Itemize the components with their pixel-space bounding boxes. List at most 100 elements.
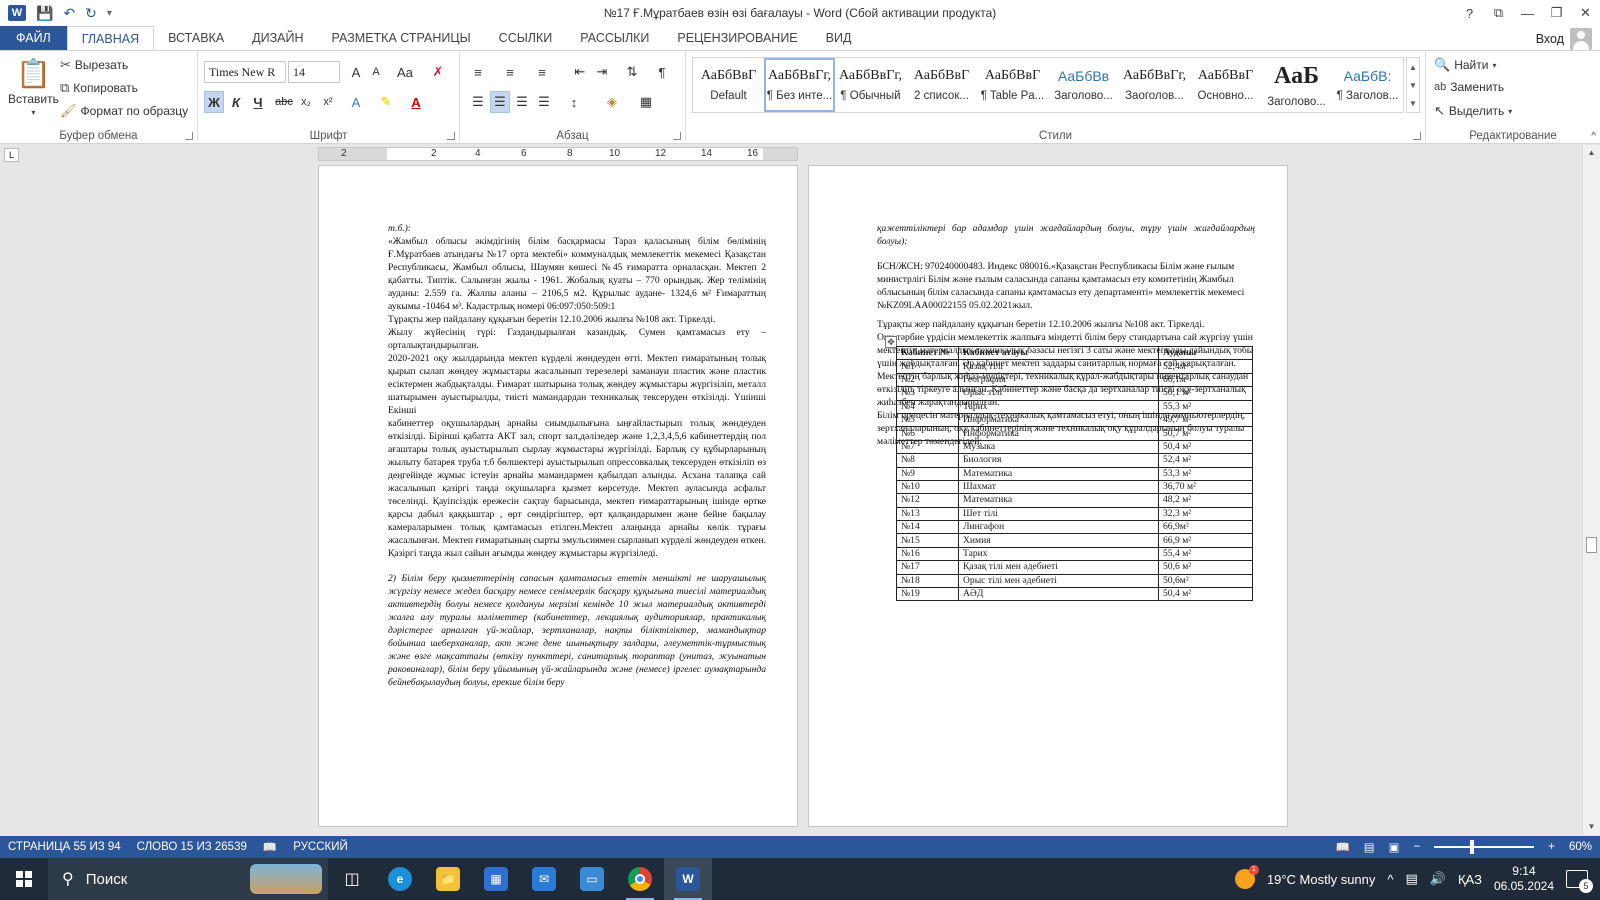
- page-counter[interactable]: СТРАНИЦА 55 ИЗ 94: [0, 841, 129, 853]
- style-item[interactable]: АаБбВвГ Default: [693, 58, 764, 112]
- numbering-icon[interactable]: ≡: [500, 61, 520, 83]
- table-cell[interactable]: Химия: [958, 533, 1159, 548]
- table-cell[interactable]: География: [958, 372, 1159, 388]
- cabinet-table[interactable]: Кабинет № Кабинет атауы Ауданы №1 Қазақ т…: [896, 345, 1253, 602]
- language-indicator[interactable]: РУССКИЙ: [285, 841, 356, 853]
- table-cell[interactable]: №17: [896, 560, 959, 575]
- redo-icon[interactable]: ↻: [85, 5, 97, 22]
- multilevel-list-icon[interactable]: ≡: [532, 61, 552, 83]
- select-button[interactable]: ↖ Выделить ▾: [1434, 103, 1512, 119]
- table-cell[interactable]: 32,3 м²: [1158, 506, 1253, 522]
- table-cell[interactable]: 50,6 м²: [1158, 560, 1253, 575]
- table-cell[interactable]: Шахмат: [958, 479, 1159, 495]
- font-name-select[interactable]: Times New R: [204, 61, 286, 83]
- paste-button[interactable]: 📋 Вставить ▾: [8, 57, 59, 117]
- zoom-slider-knob[interactable]: [1470, 840, 1475, 854]
- sign-in-label[interactable]: Вход: [1536, 32, 1564, 46]
- table-cell[interactable]: №9: [896, 466, 959, 481]
- table-cell[interactable]: №5: [896, 412, 959, 428]
- superscript-button[interactable]: x²: [318, 91, 338, 113]
- chevron-up-icon[interactable]: ^: [1387, 872, 1393, 887]
- font-color-icon[interactable]: A: [406, 91, 426, 113]
- file-explorer-icon[interactable]: 📁: [424, 858, 472, 900]
- table-cell[interactable]: №10: [896, 479, 959, 495]
- style-gallery-scroll[interactable]: ▲ ▼ ▼: [1406, 57, 1420, 113]
- font-size-select[interactable]: 14: [288, 61, 340, 83]
- zoom-in-icon[interactable]: +: [1548, 841, 1555, 853]
- table-cell[interactable]: Тарих: [958, 399, 1159, 414]
- table-cell[interactable]: 50,4 м²: [1158, 439, 1253, 455]
- web-layout-icon[interactable]: ▣: [1389, 840, 1400, 854]
- undo-icon[interactable]: ↶: [63, 5, 75, 22]
- table-cell[interactable]: Лингафон: [958, 520, 1159, 535]
- subscript-button[interactable]: x₂: [296, 91, 316, 113]
- font-launcher-icon[interactable]: [447, 132, 455, 140]
- text-effects-icon[interactable]: A: [346, 91, 366, 113]
- table-cell[interactable]: №3: [896, 386, 959, 401]
- tab-home[interactable]: ГЛАВНАЯ: [66, 26, 155, 51]
- table-cell[interactable]: №6: [896, 426, 959, 441]
- paragraph-launcher-icon[interactable]: [673, 132, 681, 140]
- style-item[interactable]: АаБбВвГ Основно...: [1190, 58, 1261, 112]
- table-cell[interactable]: 55,4 м²: [1158, 546, 1253, 562]
- network-icon[interactable]: ▤: [1406, 871, 1418, 887]
- weather-text[interactable]: 19°C Mostly sunny: [1267, 872, 1376, 887]
- underline-button[interactable]: Ч: [248, 91, 268, 113]
- avatar[interactable]: [1570, 28, 1592, 50]
- style-item[interactable]: АаБбВвГг, Заоголов...: [1119, 58, 1190, 112]
- table-cell[interactable]: 50,6м²: [1158, 573, 1253, 589]
- table-cell[interactable]: №8: [896, 453, 959, 468]
- word-counter[interactable]: СЛОВО 15 ИЗ 26539: [129, 841, 255, 853]
- show-marks-icon[interactable]: ¶: [652, 61, 672, 83]
- change-case-button[interactable]: Aa: [392, 61, 418, 83]
- shrink-font-button[interactable]: A: [366, 61, 386, 83]
- store-icon[interactable]: ▦: [472, 858, 520, 900]
- table-cell[interactable]: 50,7 м²: [1158, 426, 1253, 441]
- chrome-icon[interactable]: [616, 858, 664, 900]
- table-cell[interactable]: 50,4 м²: [1158, 587, 1253, 602]
- ribbon-display-button[interactable]: ⧉: [1484, 0, 1513, 26]
- table-cell[interactable]: №7: [896, 439, 959, 455]
- chevron-up-icon[interactable]: ▲: [1409, 63, 1417, 72]
- tab-design[interactable]: ДИЗАЙН: [238, 26, 317, 50]
- highlight-icon[interactable]: ✎: [376, 91, 396, 113]
- sort-icon[interactable]: ⇅: [622, 61, 642, 83]
- word-taskbar-icon[interactable]: W: [664, 858, 712, 900]
- collapse-ribbon-icon[interactable]: ^: [1591, 131, 1596, 142]
- table-cell[interactable]: 55,3 м²: [1158, 399, 1253, 414]
- line-spacing-icon[interactable]: ↕: [564, 91, 584, 113]
- table-cell[interactable]: Информатика: [958, 426, 1159, 441]
- table-cell[interactable]: №15: [896, 533, 959, 548]
- table-cell[interactable]: №14: [896, 520, 959, 535]
- align-left-icon[interactable]: ☰: [468, 91, 488, 113]
- table-cell[interactable]: 49,7 м²: [1158, 412, 1253, 428]
- read-mode-icon[interactable]: 📖: [1335, 840, 1349, 854]
- table-cell[interactable]: 52,4 м²: [1158, 453, 1253, 468]
- table-cell[interactable]: 52,4м²: [1158, 359, 1253, 374]
- table-cell[interactable]: Математика: [958, 466, 1159, 481]
- zoom-out-icon[interactable]: −: [1414, 841, 1421, 853]
- style-item[interactable]: АаБбВв Заголово...: [1048, 58, 1119, 112]
- mail-icon[interactable]: ✉: [520, 858, 568, 900]
- volume-icon[interactable]: 🔊: [1430, 871, 1446, 887]
- minimize-button[interactable]: —: [1513, 0, 1542, 26]
- replace-button[interactable]: ab Заменить: [1434, 80, 1504, 94]
- clock[interactable]: 9:14 06.05.2024: [1494, 864, 1554, 894]
- align-center-icon[interactable]: ☰: [490, 91, 510, 113]
- table-cell[interactable]: АӘД: [958, 587, 1159, 602]
- scroll-up-icon[interactable]: ▲: [1583, 145, 1600, 161]
- bullets-icon[interactable]: ≡: [468, 61, 488, 83]
- table-cell[interactable]: №12: [896, 493, 959, 508]
- style-item[interactable]: АаБбВвГг, ¶ Без инте...: [764, 58, 835, 112]
- document-area[interactable]: [0, 165, 1582, 835]
- chevron-down-icon[interactable]: ▼: [1409, 81, 1417, 90]
- task-view-icon[interactable]: ◫: [328, 858, 376, 900]
- style-item[interactable]: АаБбВ: ¶ Заголов...: [1332, 58, 1403, 112]
- save-icon[interactable]: 💾: [36, 5, 53, 22]
- tab-insert[interactable]: ВСТАВКА: [154, 26, 238, 50]
- tab-review[interactable]: РЕЦЕНЗИРОВАНИЕ: [663, 26, 811, 50]
- table-cell[interactable]: №19: [896, 587, 959, 602]
- table-cell[interactable]: Орыс тілі: [958, 386, 1159, 401]
- format-painter-button[interactable]: 🖌 Формат по образцу: [60, 103, 188, 119]
- cut-button[interactable]: ✂ Вырезать: [60, 57, 128, 73]
